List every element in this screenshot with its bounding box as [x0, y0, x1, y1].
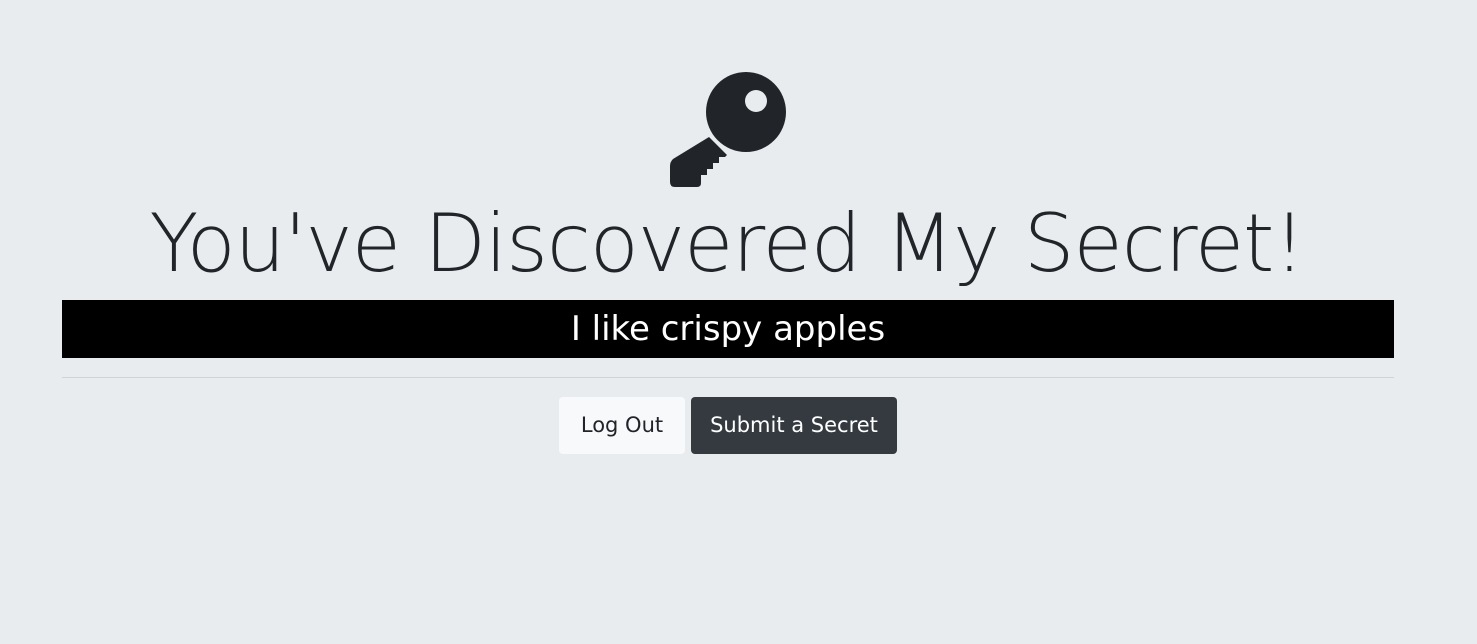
divider — [62, 377, 1394, 378]
key-icon — [670, 72, 786, 187]
logout-button[interactable]: Log Out — [559, 397, 685, 454]
page-title: You've Discovered My Secret! — [149, 197, 1305, 290]
submit-secret-button[interactable]: Submit a Secret — [691, 397, 897, 454]
secret-text: I like crispy apples — [62, 300, 1394, 358]
jumbotron: You've Discovered My Secret! I like cris… — [0, 0, 1477, 644]
